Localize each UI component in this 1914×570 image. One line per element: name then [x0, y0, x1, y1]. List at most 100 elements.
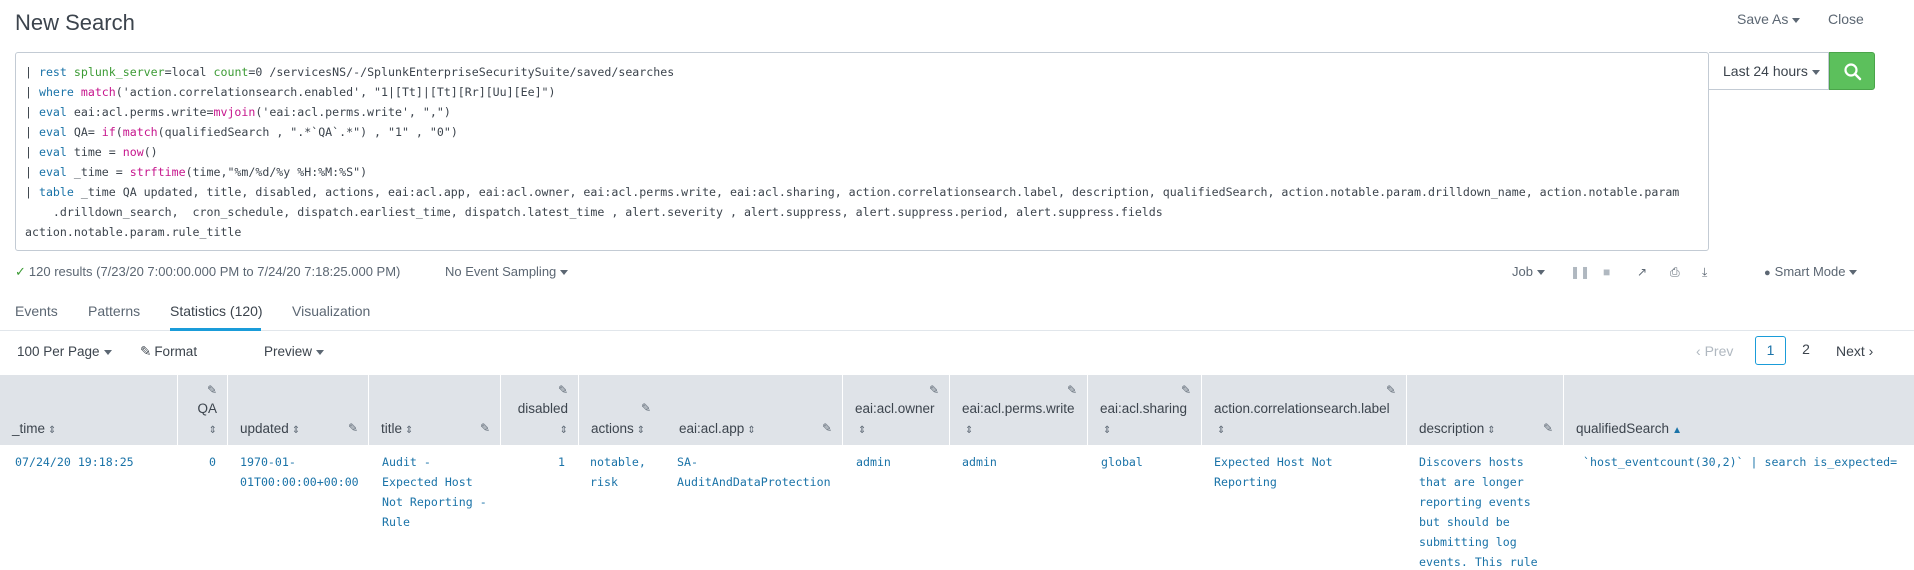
sort-icon: ⇕	[858, 425, 867, 436]
column-header-title[interactable]: title ⇕ ✎	[369, 375, 501, 445]
query-token: _time QA updated, title, disabled, actio…	[73, 185, 1680, 199]
cell-correlationsearch-label[interactable]: Expected Host Not Reporting	[1214, 452, 1333, 492]
pencil-icon[interactable]: ✎	[1181, 383, 1191, 397]
sort-icon: ⇕	[636, 425, 646, 436]
column-header-time[interactable]: _time ⇕	[0, 375, 178, 445]
cell-acl-sharing[interactable]: global	[1101, 452, 1143, 472]
cell-qualified-search[interactable]: `host_eventcount(30,2)` | search is_expe…	[1583, 452, 1897, 472]
query-token-fn: match	[80, 85, 116, 99]
cell-updated[interactable]: 1970-01- 01T00:00:00+00:00	[240, 452, 359, 492]
cell-disabled[interactable]: 1	[501, 452, 565, 472]
query-token: (time,"%m/%d/%y %H:%M:%S")	[185, 165, 368, 179]
sort-icon: ⇕	[1103, 425, 1112, 436]
cell-qa[interactable]: 0	[178, 452, 216, 472]
query-token: |	[25, 65, 39, 79]
query-token: (qualifiedSearch , ".*`QA`.*") , "1" , "…	[157, 125, 458, 139]
query-token: |	[25, 185, 39, 199]
column-header-actions[interactable]: actions ⇕ ✎ eai:acl.app ⇕ ✎	[579, 375, 843, 445]
pager-prev-button[interactable]: ‹ Prev	[1696, 343, 1733, 359]
tab-statistics[interactable]: Statistics (120)	[170, 303, 263, 319]
query-token: ('action.correlationsearch.enabled', "1|…	[115, 85, 556, 99]
query-token-arg: splunk_server	[73, 65, 165, 79]
time-range-picker[interactable]: Last 24 hours	[1709, 52, 1829, 90]
pencil-icon[interactable]: ✎	[1067, 383, 1077, 397]
cell-description[interactable]: Discovers hosts that are longer reportin…	[1419, 452, 1538, 570]
job-menu[interactable]: Job	[1512, 264, 1545, 279]
table-controls: 100 Per Page ✎ Format Preview ‹ Prev 1 2 …	[0, 331, 1914, 373]
query-line: | table _time QA updated, title, disable…	[25, 182, 1679, 202]
export-icon[interactable]: ⤓	[1702, 265, 1707, 280]
column-header-acl-owner[interactable]: ✎ eai:acl.owner ⇕	[843, 375, 950, 445]
pause-icon[interactable]: ❚❚	[1570, 265, 1590, 279]
query-token	[74, 85, 81, 99]
column-header-updated[interactable]: updated ⇕ ✎	[228, 375, 369, 445]
pencil-icon[interactable]: ✎	[480, 421, 490, 435]
cell-acl-owner[interactable]: admin	[856, 452, 891, 472]
cell-acl-app[interactable]: SA- AuditAndDataProtection	[677, 452, 831, 492]
query-token: QA=	[66, 125, 102, 139]
pencil-icon[interactable]: ✎	[1386, 383, 1396, 397]
pencil-icon[interactable]: ✎	[1543, 421, 1553, 435]
pencil-icon[interactable]: ✎	[929, 383, 939, 397]
tab-events[interactable]: Events	[15, 303, 58, 319]
query-line: | where match('action.correlationsearch.…	[25, 82, 1679, 102]
query-token: |	[25, 125, 39, 139]
column-header-qa[interactable]: ✎ QA ⇕	[178, 375, 228, 445]
column-header-acl-perms-write[interactable]: ✎ eai:acl.perms.write ⇕	[950, 375, 1088, 445]
stop-icon[interactable]: ■	[1603, 265, 1610, 279]
query-line: .drilldown_search, cron_schedule, dispat…	[25, 202, 1679, 222]
tab-patterns[interactable]: Patterns	[88, 303, 140, 319]
chevron-down-icon	[1792, 17, 1801, 23]
share-icon[interactable]: ↗	[1637, 265, 1647, 279]
column-header-correlationsearch-label[interactable]: ✎ action.correlationsearch.label ⇕	[1202, 375, 1407, 445]
pencil-icon[interactable]: ✎	[348, 421, 358, 435]
cell-acl-perms-write[interactable]: admin	[962, 452, 997, 472]
pencil-icon[interactable]: ✎	[558, 383, 568, 397]
page-title: New Search	[15, 10, 135, 35]
chevron-down-icon	[1536, 270, 1545, 276]
pager-page-2[interactable]: 2	[1796, 336, 1816, 365]
query-token-cmd: eval	[38, 145, 67, 159]
pencil-icon[interactable]: ✎	[822, 421, 832, 435]
query-line: | eval _time = strftime(time,"%m/%d/%y %…	[25, 162, 1679, 182]
pencil-icon[interactable]: ✎	[641, 401, 651, 415]
chevron-down-icon	[1849, 270, 1858, 276]
sort-icon: ⇕	[291, 425, 301, 436]
sort-icon: ⇕	[965, 425, 974, 436]
table-header: _time ⇕ ✎ QA ⇕ updated ⇕ ✎ title ⇕ ✎ ✎ disab…	[0, 375, 1914, 445]
event-sampling-dropdown[interactable]: No Event Sampling	[445, 264, 569, 279]
query-token: action.notable.param.rule_title	[25, 225, 242, 239]
title-bar: New Search Save As Close	[0, 0, 1914, 50]
column-header-disabled[interactable]: ✎ disabled ⇕	[501, 375, 579, 445]
column-header-acl-sharing[interactable]: ✎ eai:acl.sharing ⇕	[1088, 375, 1202, 445]
cell-time[interactable]: 07/24/20 19:18:25	[15, 452, 134, 472]
query-token-cmd: table	[38, 185, 74, 199]
cell-actions[interactable]: notable, risk	[590, 452, 646, 492]
tab-visualization[interactable]: Visualization	[292, 303, 370, 319]
query-token: =0 /servicesNS/-/SplunkEnterpriseSecurit…	[248, 65, 675, 79]
per-page-dropdown[interactable]: 100 Per Page	[17, 344, 112, 359]
pencil-icon[interactable]: ✎	[207, 383, 217, 397]
column-header-qualified-search[interactable]: qualifiedSearch ▲	[1564, 375, 1914, 445]
search-mode-dropdown[interactable]: ● Smart Mode	[1764, 264, 1858, 279]
query-token: |	[25, 85, 39, 99]
save-as-button[interactable]: Save As	[1737, 11, 1801, 27]
sort-ascending-icon: ▲	[1672, 425, 1682, 436]
cell-title[interactable]: Audit - Expected Host Not Reporting - Ru…	[382, 452, 487, 532]
pager-page-1[interactable]: 1	[1755, 336, 1786, 365]
search-query-editor[interactable]: | rest splunk_server=local count=0 /serv…	[15, 52, 1709, 251]
pager-next-button[interactable]: Next ›	[1836, 343, 1873, 359]
column-header-description[interactable]: description ⇕ ✎	[1407, 375, 1564, 445]
format-button[interactable]: ✎ Format	[140, 344, 197, 360]
query-token-cmd: where	[38, 85, 74, 99]
close-button[interactable]: Close	[1828, 11, 1864, 27]
search-button[interactable]	[1829, 52, 1875, 90]
print-icon[interactable]: ⎙	[1670, 265, 1680, 280]
query-line: | eval eai:acl.perms.write=mvjoin('eai:a…	[25, 102, 1679, 122]
preview-dropdown[interactable]: Preview	[264, 344, 325, 359]
chevron-down-icon	[1811, 69, 1820, 75]
query-token: (	[115, 125, 123, 139]
chevron-down-icon	[316, 349, 325, 355]
search-query-text[interactable]: | rest splunk_server=local count=0 /serv…	[25, 62, 1679, 242]
sort-icon: ⇕	[1487, 425, 1496, 436]
